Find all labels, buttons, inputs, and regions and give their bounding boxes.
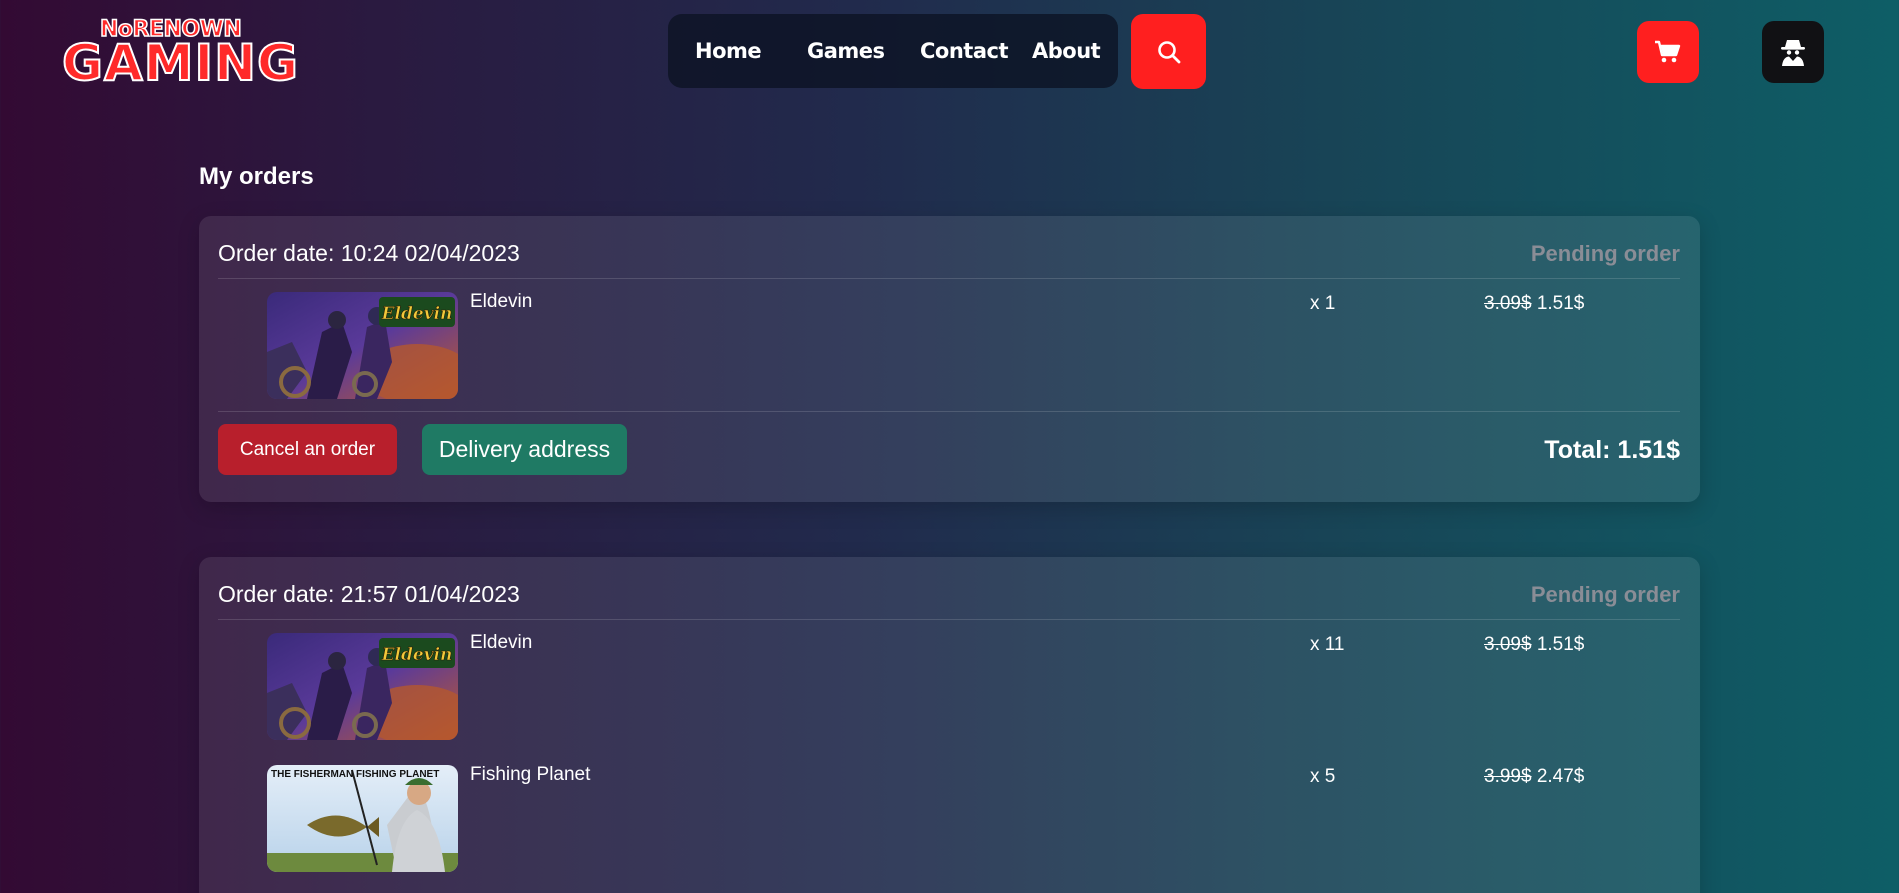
cover-title: Eldevin (381, 304, 453, 324)
nav-home[interactable]: Home (695, 14, 762, 88)
item-quantity: x 5 (1310, 766, 1336, 787)
nav-contact[interactable]: Contact (920, 14, 1009, 88)
order-date: Order date: 21:57 01/04/2023 (218, 581, 520, 607)
order-status: Pending order (1530, 582, 1680, 607)
spy-user-icon (1781, 40, 1805, 66)
cover-title: Eldevin (381, 645, 453, 665)
order-item: THE FISHERMAN FISHING PLANET Fishing Pla… (218, 752, 1680, 884)
game-thumbnail-eldevin[interactable]: Eldevin (267, 292, 458, 399)
cart-icon (1655, 40, 1681, 63)
nav-games[interactable]: Games (807, 14, 885, 88)
item-quantity: x 1 (1310, 293, 1336, 314)
search-icon (1157, 40, 1180, 63)
item-old-price: 3.09$ (1484, 634, 1532, 655)
user-button[interactable] (1762, 21, 1824, 83)
order-date: Order date: 10:24 02/04/2023 (218, 240, 520, 266)
item-price: 3.99$ 2.47$ (1484, 766, 1584, 788)
nav-about[interactable]: About (1032, 14, 1101, 88)
page-title: My orders (199, 163, 314, 190)
game-thumbnail-eldevin[interactable]: Eldevin (267, 633, 458, 740)
cart-button[interactable] (1637, 21, 1699, 83)
order-header: Order date: 21:57 01/04/2023 Pending ord… (218, 557, 1680, 620)
item-name[interactable]: Fishing Planet (470, 764, 590, 786)
item-price: 3.09$ 1.51$ (1484, 293, 1584, 315)
order-header: Order date: 10:24 02/04/2023 Pending ord… (218, 216, 1680, 279)
item-quantity: x 11 (1310, 634, 1345, 655)
item-new-price: 1.51$ (1531, 293, 1585, 314)
order-item: Eldevin Eldevin x 11 3.09$ 1.51$ (218, 620, 1680, 752)
cover-title: THE FISHERMAN FISHING PLANET (271, 769, 439, 780)
fishing-planet-cover-art: THE FISHERMAN FISHING PLANET (267, 765, 458, 872)
eldevin-cover-art: Eldevin (267, 292, 458, 399)
item-old-price: 3.09$ (1484, 293, 1532, 314)
order-card: Order date: 21:57 01/04/2023 Pending ord… (199, 557, 1700, 893)
brand-logo[interactable]: NoRENOWN GAMING (61, 17, 299, 91)
item-old-price: 3.99$ (1484, 766, 1532, 787)
item-new-price: 2.47$ (1531, 766, 1585, 787)
delivery-address-button[interactable]: Delivery address (422, 424, 627, 475)
game-thumbnail-fishing-planet[interactable]: THE FISHERMAN FISHING PLANET (267, 765, 458, 872)
brand-logo-main: GAMING (61, 34, 299, 92)
item-name[interactable]: Eldevin (470, 291, 532, 313)
order-card: Order date: 10:24 02/04/2023 Pending ord… (199, 216, 1700, 502)
order-item: Eldevin Eldevin x 1 3.09$ 1.51$ (218, 279, 1680, 411)
item-name[interactable]: Eldevin (470, 632, 532, 654)
eldevin-cover-art: Eldevin (267, 633, 458, 740)
item-new-price: 1.51$ (1531, 634, 1585, 655)
order-total: Total: 1.51$ (1544, 436, 1680, 464)
order-status: Pending order (1530, 241, 1680, 266)
search-button[interactable] (1131, 14, 1206, 89)
item-price: 3.09$ 1.51$ (1484, 634, 1584, 656)
main-nav: Home Games Contact About (668, 14, 1118, 88)
order-footer: Cancel an order Delivery address Total: … (218, 411, 1680, 502)
cancel-order-button[interactable]: Cancel an order (218, 424, 397, 475)
